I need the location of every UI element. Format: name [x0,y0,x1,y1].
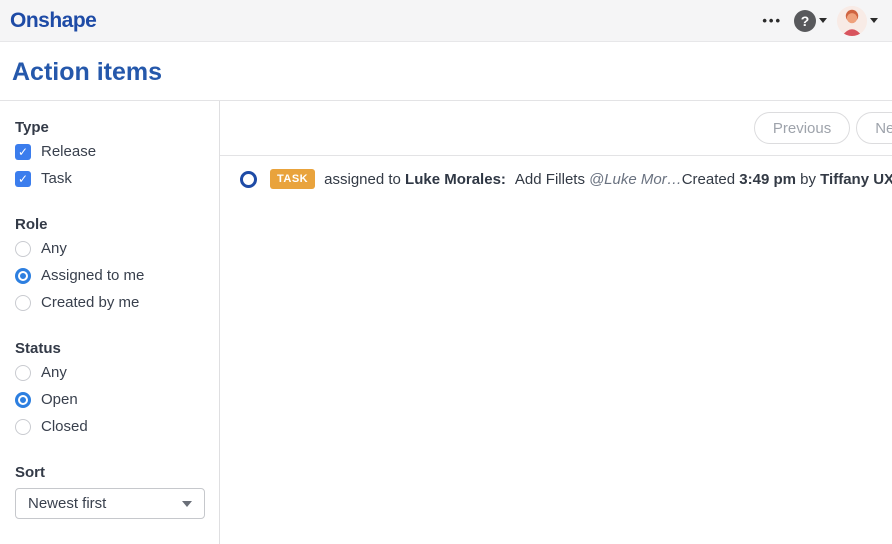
sort-select-value: Newest first [28,495,106,512]
assigned-prefix: assigned to [324,171,401,188]
mention-text: @Luke Mor… [589,171,682,188]
action-item-summary: TASK assigned to Luke Morales: Add Fillet… [240,169,682,189]
help-icon[interactable]: ? [794,10,816,32]
radio-off-icon[interactable] [15,295,31,311]
by-label: by [800,171,816,188]
pagination-toolbar: Previous Next [220,101,892,156]
open-status-icon [240,171,257,188]
filter-role-assigned-to-me[interactable]: Assigned to me [15,267,204,284]
radio-off-icon[interactable] [15,241,31,257]
topbar-actions: ••• ? [760,6,878,36]
filter-status-any[interactable]: Any [15,364,204,381]
avatar-illustration [837,6,867,36]
help-menu[interactable]: ? [794,10,827,32]
action-item-row[interactable]: TASK assigned to Luke Morales: Add Fillet… [220,156,892,202]
chevron-down-icon [182,501,192,507]
task-text: Add Fillets [515,171,585,188]
filter-label: Release [41,143,96,160]
radio-on-icon[interactable] [15,268,31,284]
page-title: Action items [12,58,880,87]
filter-sidebar: Type ✓ Release ✓ Task Role Any Assigned … [0,101,220,544]
checkbox-checked-icon[interactable]: ✓ [15,144,31,160]
avatar[interactable] [837,6,867,36]
separator: : [501,171,506,188]
section-title-role: Role [15,216,204,233]
author-name: Tiffany UX [820,171,892,188]
filter-label: Any [41,240,67,257]
chevron-down-icon [870,18,878,23]
section-title-type: Type [15,119,204,136]
overflow-menu-icon[interactable]: ••• [760,9,784,32]
action-item-text: assigned to Luke Morales: Add Fillets@Luk… [324,171,682,188]
section-title-status: Status [15,340,204,357]
radio-on-icon[interactable] [15,392,31,408]
created-label: Created [682,171,735,188]
previous-button[interactable]: Previous [754,112,850,144]
filter-role-any[interactable]: Any [15,240,204,257]
top-bar: Onshape ••• ? [0,0,892,42]
created-time: 3:49 pm [739,171,796,188]
filter-label: Open [41,391,78,408]
filter-status-open[interactable]: Open [15,391,204,408]
task-badge: TASK [270,169,315,189]
content-layout: Type ✓ Release ✓ Task Role Any Assigned … [0,101,892,544]
filter-task[interactable]: ✓ Task [15,170,204,187]
action-items-main: Previous Next TASK assigned to Luke Mora… [220,101,892,544]
assignee-name: Luke Morales [405,171,501,188]
filter-label: Closed [41,418,88,435]
user-menu[interactable] [837,6,878,36]
filter-label: Assigned to me [41,267,144,284]
action-item-meta: Created 3:49 pm by Tiffany UX [682,171,892,188]
filter-role-created-by-me[interactable]: Created by me [15,294,204,311]
sort-select[interactable]: Newest first [15,488,205,519]
onshape-logo[interactable]: Onshape [10,9,96,33]
section-title-sort: Sort [15,464,204,481]
checkbox-checked-icon[interactable]: ✓ [15,171,31,187]
filter-label: Task [41,170,72,187]
filter-release[interactable]: ✓ Release [15,143,204,160]
created-text: Created 3:49 pm by Tiffany UX [682,171,892,188]
chevron-down-icon [819,18,827,23]
next-button[interactable]: Next [856,112,892,144]
page-header: Action items [0,42,892,101]
filter-status-closed[interactable]: Closed [15,418,204,435]
radio-off-icon[interactable] [15,365,31,381]
filter-label: Any [41,364,67,381]
radio-off-icon[interactable] [15,419,31,435]
filter-label: Created by me [41,294,139,311]
